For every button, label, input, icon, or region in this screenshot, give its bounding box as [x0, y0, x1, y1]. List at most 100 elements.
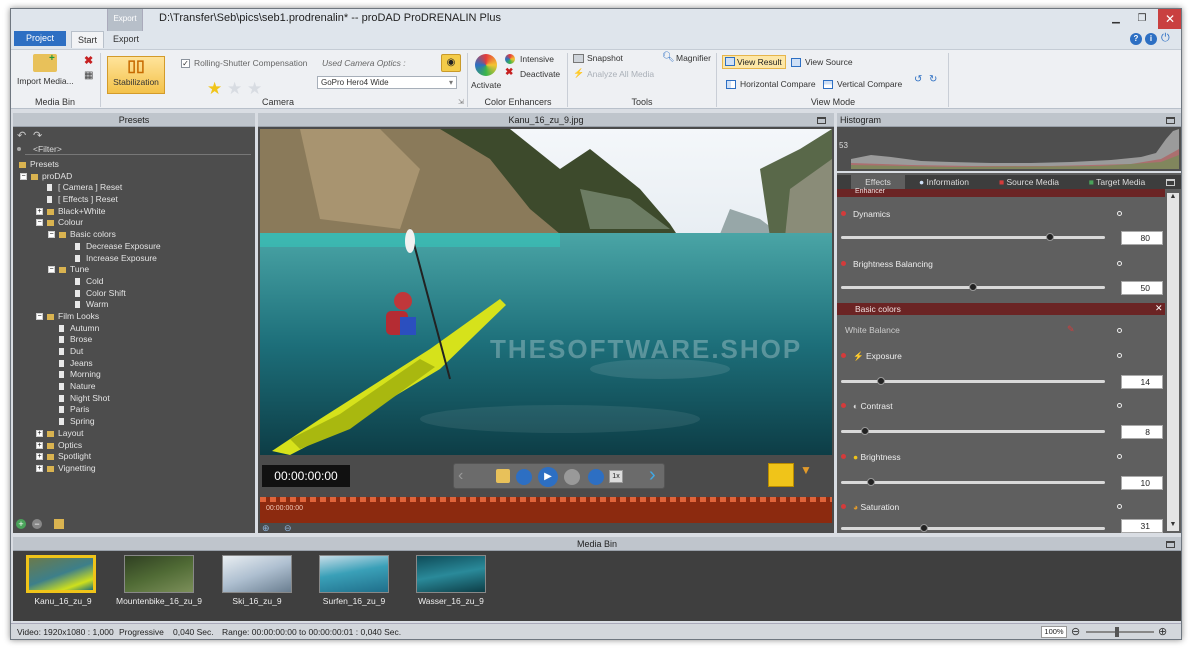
- zoom-level[interactable]: 100%: [1041, 626, 1067, 638]
- analyze-all-media-button[interactable]: Analyze All Media: [587, 69, 654, 79]
- contrast-slider[interactable]: [841, 430, 1105, 433]
- preset-tree-item[interactable]: Paris: [13, 404, 255, 416]
- collapse-icon[interactable]: −: [36, 219, 43, 227]
- activate-button[interactable]: Activate: [471, 80, 501, 90]
- contrast-value[interactable]: 8: [1121, 425, 1163, 439]
- undo-icon[interactable]: ↶: [17, 129, 26, 142]
- deactivate-button[interactable]: Deactivate: [520, 69, 560, 79]
- close-section-icon[interactable]: ✕: [1155, 303, 1163, 314]
- media-bin-options-icon[interactable]: ▦: [84, 70, 93, 81]
- help-icon[interactable]: ?: [1130, 33, 1142, 45]
- media-thumbnail[interactable]: [319, 555, 389, 593]
- vertical-compare-button[interactable]: Vertical Compare: [837, 79, 902, 89]
- preset-tree-item[interactable]: [ Camera ] Reset: [13, 182, 255, 194]
- preset-tree-item[interactable]: Spring: [13, 416, 255, 428]
- filter-input[interactable]: <Filter>: [25, 143, 251, 155]
- restore-icon[interactable]: ❐: [1130, 11, 1154, 27]
- param-reset-icon[interactable]: [1117, 211, 1122, 216]
- dialog-launcher-icon[interactable]: ⇲: [458, 98, 464, 106]
- context-tab-export[interactable]: Export: [107, 9, 143, 31]
- preset-tree-item[interactable]: + Vignetting: [13, 463, 255, 475]
- media-thumbnail[interactable]: [26, 555, 96, 593]
- basic-colors-section-header[interactable]: Basic colors: [837, 303, 1165, 315]
- expand-icon[interactable]: +: [36, 207, 43, 215]
- dynamics-value[interactable]: 80: [1121, 231, 1163, 245]
- preset-tree-item[interactable]: Cold: [13, 276, 255, 288]
- preset-tree-item[interactable]: + Spotlight: [13, 451, 255, 463]
- param-reset-icon[interactable]: [1117, 454, 1122, 459]
- param-reset-icon[interactable]: [1117, 261, 1122, 266]
- preset-tree-item[interactable]: + Optics: [13, 440, 255, 452]
- minimize-icon[interactable]: ▁: [1104, 11, 1128, 27]
- star-icon[interactable]: ★: [247, 80, 262, 97]
- dynamics-slider-knob[interactable]: [1045, 233, 1054, 241]
- info-icon[interactable]: i: [1145, 33, 1157, 45]
- import-media-button[interactable]: Import Media...: [17, 76, 74, 86]
- skip-back-icon[interactable]: [516, 469, 532, 485]
- expand-icon[interactable]: +: [36, 441, 43, 449]
- media-thumbnail[interactable]: [124, 555, 194, 593]
- param-active-icon[interactable]: [841, 504, 846, 509]
- brightness-balancing-slider-knob[interactable]: [969, 283, 977, 291]
- clapper-icon[interactable]: [768, 463, 794, 487]
- preset-tree-item[interactable]: Night Shot: [13, 393, 255, 405]
- param-reset-icon[interactable]: [1117, 353, 1122, 358]
- brightness-slider-knob[interactable]: [866, 478, 875, 486]
- rolling-shutter-checkbox[interactable]: ✓: [181, 59, 190, 68]
- preset-tree-item[interactable]: − Tune: [13, 264, 255, 276]
- panel-pin-icon[interactable]: [817, 117, 826, 124]
- snapshot-button[interactable]: Snapshot: [587, 53, 623, 63]
- tab-target-media[interactable]: ■ Target Media: [1077, 175, 1157, 189]
- saturation-slider[interactable]: [841, 527, 1105, 530]
- tab-effects[interactable]: Effects: [851, 175, 905, 189]
- zoom-in-icon[interactable]: ⊕: [262, 523, 270, 534]
- preset-tree-item[interactable]: − proDAD: [13, 171, 255, 183]
- effects-scrollbar[interactable]: ▲ ▼: [1167, 193, 1179, 531]
- add-preset-icon[interactable]: +: [16, 519, 26, 529]
- undo-icon[interactable]: ↺: [914, 74, 922, 85]
- camera-optics-select[interactable]: GoPro Hero4 Wide ▾: [317, 76, 457, 89]
- preset-folder-icon[interactable]: [54, 519, 64, 529]
- saturation-slider-knob[interactable]: [920, 524, 929, 532]
- tab-start[interactable]: Start: [71, 31, 105, 48]
- preset-tree-item[interactable]: Warm: [13, 299, 255, 311]
- param-active-icon[interactable]: [841, 353, 846, 358]
- skip-forward-icon[interactable]: [588, 469, 604, 485]
- expand-icon[interactable]: +: [36, 429, 43, 437]
- expand-icon[interactable]: +: [36, 464, 43, 472]
- trim-markers-icon[interactable]: ▼: [800, 463, 812, 477]
- scroll-up-icon[interactable]: ▲: [1168, 193, 1178, 203]
- contrast-slider-knob[interactable]: [861, 427, 870, 435]
- zoom-in-icon[interactable]: ⊕: [1158, 624, 1167, 639]
- collapse-icon[interactable]: −: [48, 266, 55, 274]
- param-reset-icon[interactable]: [1117, 403, 1122, 408]
- remove-media-icon[interactable]: ✖: [84, 54, 93, 67]
- panel-pin-icon[interactable]: [1166, 541, 1175, 548]
- param-active-icon[interactable]: [841, 454, 846, 459]
- dynamics-slider[interactable]: [841, 236, 1105, 239]
- preset-tree-item[interactable]: − Colour: [13, 217, 255, 229]
- zoom-slider[interactable]: [1086, 631, 1154, 633]
- tab-project[interactable]: Project: [14, 31, 66, 46]
- power-icon[interactable]: ⏻: [1161, 32, 1170, 45]
- remove-preset-icon[interactable]: −: [32, 519, 42, 529]
- scroll-down-icon[interactable]: ▼: [1168, 521, 1178, 531]
- brightness-balancing-value[interactable]: 50: [1121, 281, 1163, 295]
- panel-pin-icon[interactable]: [1166, 117, 1175, 124]
- param-active-icon[interactable]: [841, 261, 846, 266]
- view-source-button[interactable]: View Source: [805, 57, 853, 67]
- tab-export[interactable]: Export: [107, 31, 145, 48]
- star-icon[interactable]: ★: [207, 80, 222, 97]
- preset-tree-item[interactable]: − Basic colors: [13, 229, 255, 241]
- activate-color-icon[interactable]: [475, 54, 497, 76]
- preset-tree-item[interactable]: Morning: [13, 369, 255, 381]
- zoom-out-icon[interactable]: ⊖: [284, 523, 292, 534]
- saturation-value[interactable]: 31: [1121, 519, 1163, 533]
- param-reset-icon[interactable]: [1117, 328, 1122, 333]
- preset-tree-item[interactable]: Nature: [13, 381, 255, 393]
- snapshot-icon[interactable]: [496, 469, 510, 483]
- preset-tree-item[interactable]: Decrease Exposure: [13, 241, 255, 253]
- preset-tree-item[interactable]: Dut: [13, 346, 255, 358]
- brightness-value[interactable]: 10: [1121, 476, 1163, 490]
- intensive-button[interactable]: Intensive: [520, 54, 554, 64]
